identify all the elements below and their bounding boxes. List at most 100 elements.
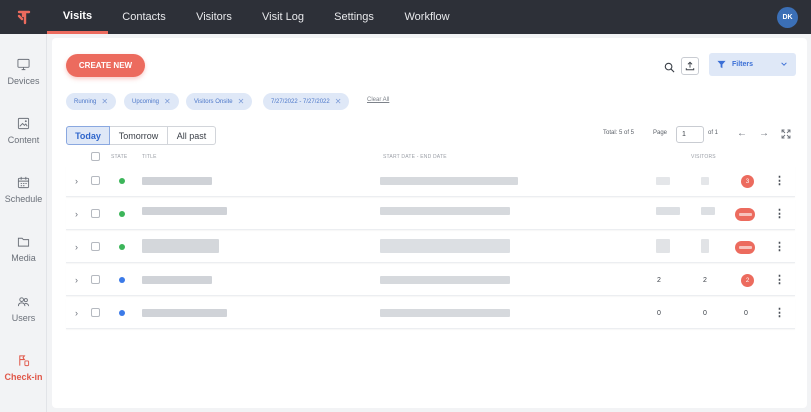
tab-workflow[interactable]: Workflow xyxy=(396,0,458,34)
user-avatar[interactable]: DK xyxy=(777,7,798,28)
visitors-expected: 0 xyxy=(657,310,661,317)
row-checkbox[interactable] xyxy=(91,242,100,251)
column-header-title[interactable]: TITLE xyxy=(142,154,157,160)
table-row[interactable]: › 3 ⋮ xyxy=(66,166,795,197)
filter-icon xyxy=(717,60,726,69)
state-indicator xyxy=(119,310,125,316)
more-options-icon[interactable]: ⋮ xyxy=(774,306,785,319)
sidebar: Devices Content Schedule Media Users Che… xyxy=(0,34,47,412)
close-icon[interactable]: ✕ xyxy=(164,97,171,106)
chevron-right-icon[interactable]: › xyxy=(75,308,78,318)
range-tomorrow[interactable]: Tomorrow xyxy=(110,126,168,145)
select-all-checkbox[interactable] xyxy=(91,152,100,161)
chevron-down-icon xyxy=(781,62,787,66)
redacted-count xyxy=(656,239,670,253)
column-header-visitors[interactable]: VISITORS xyxy=(691,154,716,160)
close-icon[interactable]: ✕ xyxy=(101,97,108,106)
chip-label: Upcoming xyxy=(132,98,160,105)
tab-contacts[interactable]: Contacts xyxy=(114,0,174,34)
create-new-button[interactable]: CREATE NEW xyxy=(66,54,145,77)
sidebar-item-content[interactable]: Content xyxy=(0,117,47,145)
export-button[interactable] xyxy=(681,57,699,75)
search-icon xyxy=(664,62,674,72)
sidebar-item-media[interactable]: Media xyxy=(0,235,47,263)
state-indicator xyxy=(119,244,125,250)
clear-all-link[interactable]: Clear All xyxy=(367,97,389,103)
filter-chip-date-range[interactable]: 7/27/2022 - 7/27/2022 ✕ xyxy=(263,93,350,110)
check-in-icon xyxy=(19,355,30,367)
sidebar-item-label: Users xyxy=(11,313,36,323)
visitors-count: 0 xyxy=(744,310,748,317)
sidebar-item-check-in[interactable]: Check-in xyxy=(0,354,47,382)
redacted-dates xyxy=(380,309,510,317)
row-checkbox[interactable] xyxy=(91,176,100,185)
visitors-onsite: 0 xyxy=(703,310,707,317)
sidebar-item-label: Schedule xyxy=(4,194,43,204)
users-icon xyxy=(17,297,30,307)
range-today[interactable]: Today xyxy=(66,126,110,145)
sidebar-item-users[interactable]: Users xyxy=(0,295,47,323)
chevron-right-icon[interactable]: › xyxy=(75,209,78,219)
state-indicator xyxy=(119,178,125,184)
tab-settings[interactable]: Settings xyxy=(326,0,382,34)
sidebar-item-label: Media xyxy=(11,253,36,263)
table-row[interactable]: › 0 0 0 ⋮ xyxy=(66,298,795,329)
image-icon xyxy=(17,117,30,130)
count-badge: 2 xyxy=(741,274,754,287)
chevron-right-icon[interactable]: › xyxy=(75,242,78,252)
expand-icon[interactable] xyxy=(781,129,791,142)
prev-page-arrow-icon[interactable]: ← xyxy=(737,128,747,139)
filter-chip-running[interactable]: Running ✕ xyxy=(66,93,117,110)
row-checkbox[interactable] xyxy=(91,308,100,317)
page-count-label: of 1 xyxy=(708,130,719,136)
redacted-count xyxy=(701,207,715,215)
filter-chip-visitors-onsite[interactable]: Visitors Onsite ✕ xyxy=(186,93,253,110)
redacted-title xyxy=(142,276,212,284)
more-options-icon[interactable]: ⋮ xyxy=(774,207,785,220)
column-header-dates[interactable]: START DATE - END DATE xyxy=(383,154,447,160)
search-button[interactable] xyxy=(659,57,679,77)
table-row[interactable]: › ⋮ xyxy=(66,232,795,263)
count-badge: 3 xyxy=(741,175,754,188)
row-checkbox[interactable] xyxy=(91,275,100,284)
table-row[interactable]: › 2 2 2 ⋮ xyxy=(66,265,795,296)
sidebar-item-label: Devices xyxy=(7,76,40,86)
next-page-arrow-icon[interactable]: → xyxy=(759,128,769,139)
redacted-title xyxy=(142,239,219,253)
page-number-input[interactable]: 1 xyxy=(676,126,704,143)
close-icon[interactable]: ✕ xyxy=(335,97,342,106)
filters-dropdown[interactable]: Filters xyxy=(709,53,796,76)
close-icon[interactable]: ✕ xyxy=(238,97,245,106)
page-label: Page xyxy=(653,130,668,136)
column-header-state[interactable]: STATE xyxy=(111,154,127,160)
total-count: Total: 5 of 5 xyxy=(603,130,635,136)
redacted-dates xyxy=(380,207,510,215)
redacted-title xyxy=(142,309,227,317)
tab-visits[interactable]: Visits xyxy=(47,0,108,34)
sidebar-item-devices[interactable]: Devices xyxy=(0,58,47,86)
more-options-icon[interactable]: ⋮ xyxy=(774,174,785,187)
row-checkbox[interactable] xyxy=(91,209,100,218)
sidebar-item-schedule[interactable]: Schedule xyxy=(0,176,47,204)
monitor-icon xyxy=(17,58,30,71)
chevron-right-icon[interactable]: › xyxy=(75,176,78,186)
filter-chip-upcoming[interactable]: Upcoming ✕ xyxy=(124,93,179,110)
tab-visitors[interactable]: Visitors xyxy=(186,0,242,34)
redacted-count xyxy=(656,207,680,215)
state-indicator xyxy=(119,211,125,217)
app-logo[interactable] xyxy=(0,0,47,34)
more-options-icon[interactable]: ⋮ xyxy=(774,240,785,253)
sidebar-item-label: Check-in xyxy=(4,372,43,382)
chevron-right-icon[interactable]: › xyxy=(75,275,78,285)
visitors-expected: 2 xyxy=(657,277,661,284)
tab-visit-log[interactable]: Visit Log xyxy=(254,0,312,34)
table-row[interactable]: › ⋮ xyxy=(66,199,795,230)
logo-icon xyxy=(17,10,30,24)
redacted-count xyxy=(701,239,709,253)
folder-icon xyxy=(17,237,30,247)
sidebar-item-label: Content xyxy=(7,135,40,145)
chip-label: Running xyxy=(74,98,97,105)
chip-label: 7/27/2022 - 7/27/2022 xyxy=(271,98,330,105)
more-options-icon[interactable]: ⋮ xyxy=(774,273,785,286)
range-all-past[interactable]: All past xyxy=(168,126,216,145)
